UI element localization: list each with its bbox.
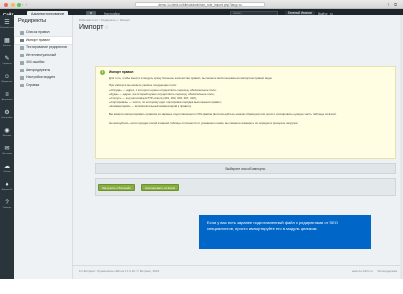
copy-excel-button[interactable]: Скопировать из Excel	[141, 184, 179, 191]
footer: 1С-Битрикс: Управление сайтом 17.0.10. ©…	[73, 265, 403, 275]
browser-chrome: ‹ › demo.1c-bitrix.ru/bitrix/admin/seo_r…	[0, 0, 403, 9]
sidebar-item[interactable]: Интеллектуальный	[15, 52, 72, 59]
notice-line: Для того, чтобы внести в модуль сразу бо…	[109, 77, 273, 80]
favorite-star-icon[interactable]: ☆	[104, 25, 109, 31]
footer-copyright: 1С-Битрикс: Управление сайтом 17.0.10. ©…	[79, 269, 160, 273]
rail-item[interactable]: ≡ Аналитика	[0, 91, 14, 107]
help-icon: ?	[5, 200, 9, 206]
rail-item[interactable]: ☺ Маркетинг	[0, 73, 14, 89]
rail-item[interactable]: ⚙ Настройки	[0, 109, 14, 125]
rail-label: Облако	[3, 171, 11, 173]
rail-label: Аналитика	[1, 99, 13, 101]
desktop-icon: ☰	[4, 20, 10, 26]
address-bar[interactable]: demo.1c-bitrix.ru/bitrix/admin/seo_rule_…	[135, 1, 265, 8]
browser-toolbar: ⇪ ⧉	[387, 2, 397, 7]
sidebar-item-label: Настройки модуля	[26, 75, 56, 79]
rail-label: Сервисы	[2, 63, 12, 65]
zoom-button[interactable]	[17, 2, 21, 7]
rail-item[interactable]: ✎ Сервисы	[0, 55, 14, 71]
sidebar-item-label: Справка	[26, 82, 40, 87]
notice-line: При импорте вы можете указать следующие …	[109, 84, 177, 87]
hint-callout: Если у вас есть заранее подготовленный ф…	[199, 215, 371, 249]
b24-icon: ♦	[5, 182, 9, 188]
main-content: Рабочий стол > Редиректы > Импорт Импорт…	[73, 15, 403, 279]
notice-line: «Комментарий» — вспомогательный коммента…	[109, 105, 192, 108]
settings-icon: ⚙	[4, 110, 10, 116]
sidebar-item-label: Тестирование редиректов	[26, 45, 67, 49]
notice-line: Не волнуйтесь, если порядок полей в ваше…	[109, 122, 299, 125]
sidebar-item[interactable]: Авторедиректы	[15, 67, 72, 74]
rail-label: Маркетинг	[1, 81, 13, 83]
rail-item[interactable]: ? Помощь	[0, 199, 14, 215]
menu-item-icon	[20, 46, 24, 50]
menu-title: Редиректы	[18, 18, 47, 24]
notice-line: Вы можете импортировать правила из заран…	[109, 113, 337, 116]
menu-item-icon	[20, 83, 24, 87]
rail-item[interactable]: ▦ Контент	[0, 37, 14, 53]
import-method-row: Выберите способ импорта:	[95, 163, 396, 174]
browser-nav: ‹ ›	[22, 2, 27, 7]
notice-heading: Импорт правил	[109, 70, 134, 74]
share-icon[interactable]: ⇪	[387, 2, 390, 7]
sidebar-item[interactable]: Настройки модуля	[15, 74, 72, 81]
rail-item[interactable]: ☰ Рабочий стол	[0, 19, 14, 35]
marketing-icon: ☺	[3, 74, 11, 80]
rail-item[interactable]: ☁ Облако	[0, 163, 14, 179]
forward-icon[interactable]: ›	[26, 2, 28, 7]
rail-label: Настройки	[1, 117, 13, 119]
menu-item-icon	[20, 61, 24, 65]
upload-csv-button[interactable]: Загрузить CSV-файл	[98, 184, 136, 191]
sidebar-item[interactable]: Справка	[15, 82, 72, 89]
close-button[interactable]	[4, 2, 8, 7]
sidebar-item-label: Импорт правил	[26, 37, 51, 42]
rail-item[interactable]: ✉ Рассылки	[0, 145, 14, 161]
browser-window: ‹ › demo.1c-bitrix.ru/bitrix/admin/seo_r…	[0, 0, 403, 294]
menu-item-icon	[20, 76, 24, 80]
info-icon: i	[100, 70, 105, 75]
rail-label: Контент	[2, 45, 12, 47]
sidebar-item-label: Список правил	[26, 30, 50, 34]
sidebar-item-label: Авторедиректы	[26, 67, 51, 72]
import-notice: i Импорт правил Для того, чтобы внести в…	[95, 66, 396, 159]
services-icon: ✎	[4, 56, 10, 62]
sidebar-item[interactable]: Список правил	[15, 29, 72, 36]
back-icon[interactable]: ‹	[22, 2, 24, 7]
footer-support-link[interactable]: Техподдержка	[377, 266, 397, 276]
content-icon: ▦	[4, 38, 10, 44]
menu-item-icon	[20, 31, 24, 35]
menu-item-icon	[20, 68, 24, 72]
rail-item[interactable]: ◉ Магазин	[0, 127, 14, 143]
sidebar-item[interactable]: 404 ошибки	[15, 59, 72, 66]
sidebar-item-label: 404 ошибки	[26, 60, 45, 64]
sidebar-item-label: Интеллектуальный	[26, 52, 57, 57]
sidebar-item[interactable]: Импорт правил	[15, 36, 72, 44]
minimize-button[interactable]	[10, 2, 15, 7]
rail-label: Рабочий стол	[0, 27, 14, 29]
rail-label: Магазин	[2, 135, 12, 137]
analytics-icon: ≡	[5, 92, 9, 98]
cloud-icon: ☁	[4, 164, 10, 170]
rail-label: Помощь	[2, 207, 12, 209]
store-icon: ◉	[4, 128, 10, 134]
window-controls	[4, 2, 21, 7]
footer-site-link[interactable]: www.1c-bitrix.ru	[352, 266, 373, 276]
import-buttons: Загрузить CSV-файл Скопировать из Excel	[95, 178, 396, 196]
menu-item-icon	[20, 38, 24, 42]
mail-icon: ✉	[4, 146, 10, 152]
rail-label: Битрикс24	[1, 189, 13, 191]
tabs-icon[interactable]: ⧉	[394, 2, 397, 7]
menu-item-icon	[20, 53, 24, 57]
page-title: Импорт	[79, 24, 104, 31]
admin-icon-rail: ☰ Рабочий стол ▦ Контент ✎ Сервисы ☺ Маркетинг ≡…	[0, 15, 14, 279]
breadcrumb[interactable]: Рабочий стол > Редиректы > Импорт	[79, 18, 130, 22]
sidebar-item[interactable]: Тестирование редиректов	[15, 44, 72, 51]
rail-label: Рассылки	[2, 153, 12, 155]
sidebar-menu: Редиректы Список правил Импорт правил Тест…	[14, 15, 73, 279]
rail-item[interactable]: ♦ Битрикс24	[0, 181, 14, 197]
